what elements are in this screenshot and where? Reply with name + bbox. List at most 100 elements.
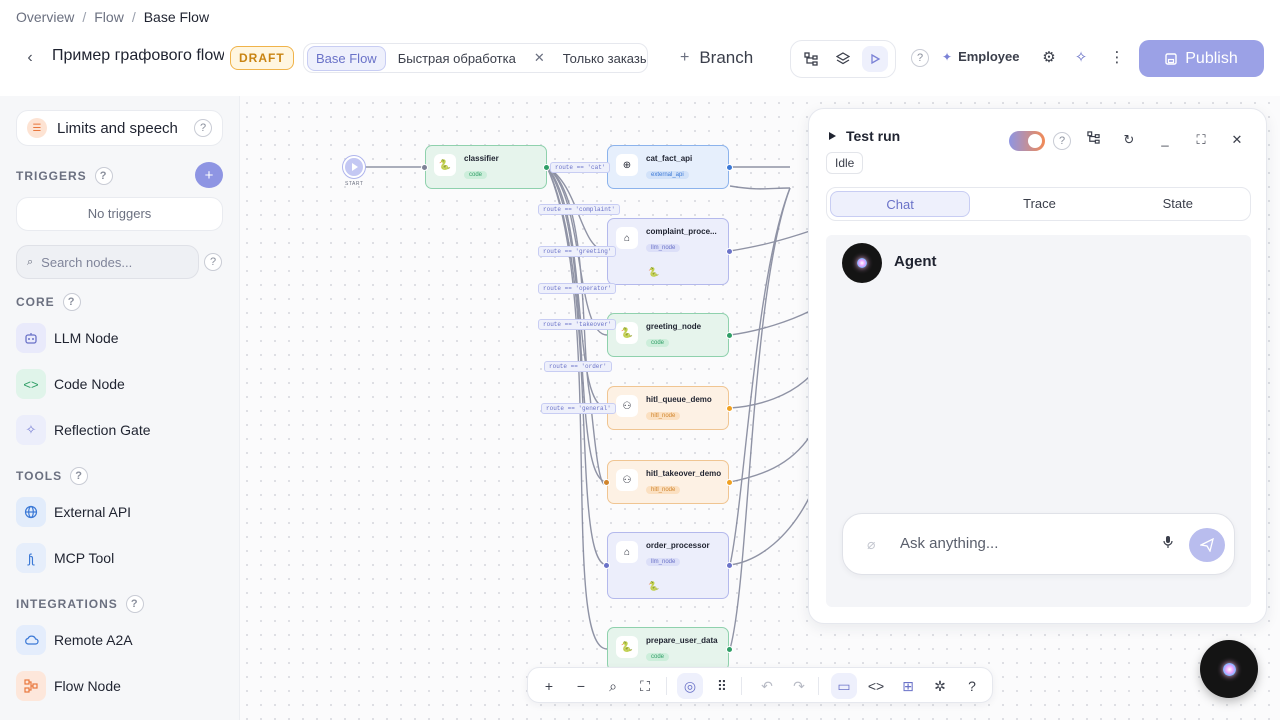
attach-icon[interactable]: ⌀ — [867, 536, 875, 553]
flow-node-hitl-queue[interactable]: ⚇ hitl_queue_demo hitl_node — [607, 386, 729, 430]
flow-node-hitl-takeover[interactable]: ⚇ hitl_takeover_demo hitl_node — [607, 460, 729, 504]
search-icon[interactable]: ⌕ — [600, 673, 626, 699]
flow-title[interactable]: Пример графового flow — [52, 47, 224, 65]
sidebar-item-code-node[interactable]: <> Code Node — [16, 369, 125, 399]
start-node[interactable] — [343, 156, 365, 178]
node-port[interactable] — [726, 332, 733, 339]
chat-input[interactable] — [900, 532, 1150, 554]
breadcrumb-overview[interactable]: Overview — [16, 9, 74, 25]
flow-node-cat-fact-api[interactable]: ⊕ cat_fact_api external_api — [607, 145, 729, 189]
flow-node-complaint-processor[interactable]: ⌂ complaint_proce... llm_node 🐍 — [607, 218, 729, 285]
add-trigger-button[interactable]: + — [195, 162, 223, 188]
help-icon[interactable]: ? — [1053, 132, 1071, 150]
settings-icon[interactable]: ⚙ — [1039, 48, 1059, 68]
code-icon[interactable]: <> — [863, 673, 889, 699]
close-icon[interactable]: ✕ — [528, 50, 551, 66]
layout-icon[interactable] — [1083, 130, 1103, 150]
help-icon[interactable]: ? — [70, 467, 89, 485]
node-port[interactable] — [726, 164, 733, 171]
help-icon[interactable]: ? — [194, 119, 212, 137]
flow-node-classifier[interactable]: 🐍 classifier code — [425, 145, 547, 189]
integrations-section: INTEGRATIONS ? — [16, 595, 144, 613]
status-badge: Idle — [826, 152, 864, 174]
sidebar-item-llm-node[interactable]: LLM Node — [16, 323, 119, 353]
route-label[interactable]: route == 'takeover' — [538, 319, 617, 330]
send-button[interactable] — [1189, 528, 1225, 562]
route-label[interactable]: route == 'order' — [544, 361, 612, 372]
node-tag: llm_node — [646, 244, 681, 252]
flow-node-order-processor[interactable]: ⌂ order_processor llm_node 🐍 — [607, 532, 729, 599]
search-nodes-field[interactable]: ⌕ — [16, 245, 199, 279]
sidebar-item-mcp-tool[interactable]: ʃʅ MCP Tool — [16, 543, 114, 573]
help-icon[interactable]: ? — [62, 293, 81, 311]
route-label[interactable]: route == 'cat' — [550, 162, 611, 173]
ai-sparkle-icon[interactable]: ✧ — [1071, 48, 1091, 68]
layers-icon[interactable] — [830, 46, 856, 72]
node-port[interactable] — [603, 479, 610, 486]
help-icon[interactable]: ? — [94, 167, 113, 185]
publish-button[interactable]: Publish — [1139, 40, 1264, 77]
node-port[interactable] — [726, 562, 733, 569]
breadcrumb-flow[interactable]: Flow — [94, 9, 124, 25]
tab-orders-only[interactable]: Только заказы — [555, 47, 647, 70]
route-label[interactable]: route == 'operator' — [538, 283, 617, 294]
employee-button[interactable]: ✦ Employee — [942, 49, 1019, 64]
back-icon[interactable]: ‹ — [20, 48, 40, 68]
test-run-header[interactable]: Test run — [829, 128, 900, 144]
route-label[interactable]: route == 'complaint' — [538, 204, 621, 215]
sidebar-item-reflection-gate[interactable]: ✧ Reflection Gate — [16, 415, 151, 445]
agent-name: Agent — [894, 253, 937, 270]
sidebar-item-flow-node[interactable]: Flow Node — [16, 671, 121, 701]
fullscreen-icon[interactable]: ⛶ — [1191, 130, 1211, 150]
layout-icon[interactable] — [798, 46, 824, 72]
zoom-in-icon[interactable]: + — [536, 673, 562, 699]
draft-badge: DRAFT — [230, 46, 294, 70]
python-icon: 🐍 — [616, 322, 638, 344]
redo-icon[interactable]: ↷ — [786, 673, 812, 699]
tab-chat[interactable]: Chat — [830, 191, 971, 217]
node-port[interactable] — [726, 405, 733, 412]
tab-fast-processing[interactable]: Быстрая обработка — [390, 47, 524, 70]
node-port[interactable] — [726, 646, 733, 653]
help-icon[interactable]: ? — [911, 49, 929, 67]
route-label[interactable]: route == 'general' — [541, 403, 616, 414]
assistant-fab[interactable] — [1200, 640, 1258, 698]
tab-state[interactable]: State — [1109, 191, 1247, 217]
chat-icon[interactable]: ▭ — [831, 673, 857, 699]
help-icon[interactable]: ? — [959, 673, 985, 699]
node-port[interactable] — [421, 164, 428, 171]
zoom-out-icon[interactable]: − — [568, 673, 594, 699]
layout-icon[interactable]: ⊞ — [895, 673, 921, 699]
node-port[interactable] — [726, 248, 733, 255]
limits-and-speech-card[interactable]: ☰ Limits and speech ? — [16, 110, 223, 146]
mode-toggle[interactable] — [1009, 131, 1045, 151]
sidebar-item-label: Code Node — [54, 376, 125, 392]
reset-icon[interactable]: ↻ — [1119, 130, 1139, 150]
fit-view-icon[interactable]: ⛶ — [632, 673, 658, 699]
flow-node-greeting[interactable]: 🐍 greeting_node code — [607, 313, 729, 357]
route-label[interactable]: route == 'greeting' — [538, 246, 617, 257]
minimize-icon[interactable]: _ — [1155, 130, 1175, 150]
node-port[interactable] — [726, 479, 733, 486]
focus-icon[interactable]: ◎ — [677, 673, 703, 699]
node-tag: code — [464, 171, 488, 179]
branch-button[interactable]: + Branch — [680, 48, 753, 68]
node-port[interactable] — [543, 164, 550, 171]
search-input[interactable] — [41, 254, 182, 270]
run-icon[interactable] — [862, 46, 888, 72]
flow-node-prepare-user-data[interactable]: 🐍 prepare_user_data code — [607, 627, 729, 671]
undo-icon[interactable]: ↶ — [754, 673, 780, 699]
sidebar-item-remote-a2a[interactable]: Remote A2A — [16, 625, 133, 655]
help-icon[interactable]: ? — [125, 595, 144, 613]
tab-base-flow[interactable]: Base Flow — [307, 45, 386, 71]
mic-icon[interactable] — [1163, 535, 1173, 552]
drag-handle-icon[interactable]: ⠿ — [709, 673, 735, 699]
triggers-label: TRIGGERS — [16, 169, 87, 183]
node-port[interactable] — [603, 562, 610, 569]
graph-icon[interactable]: ✲ — [927, 673, 953, 699]
more-icon[interactable]: ⋮ — [1107, 48, 1127, 68]
close-icon[interactable]: ✕ — [1227, 130, 1247, 150]
tab-trace[interactable]: Trace — [970, 191, 1108, 217]
help-icon[interactable]: ? — [204, 253, 222, 271]
sidebar-item-external-api[interactable]: External API — [16, 497, 131, 527]
